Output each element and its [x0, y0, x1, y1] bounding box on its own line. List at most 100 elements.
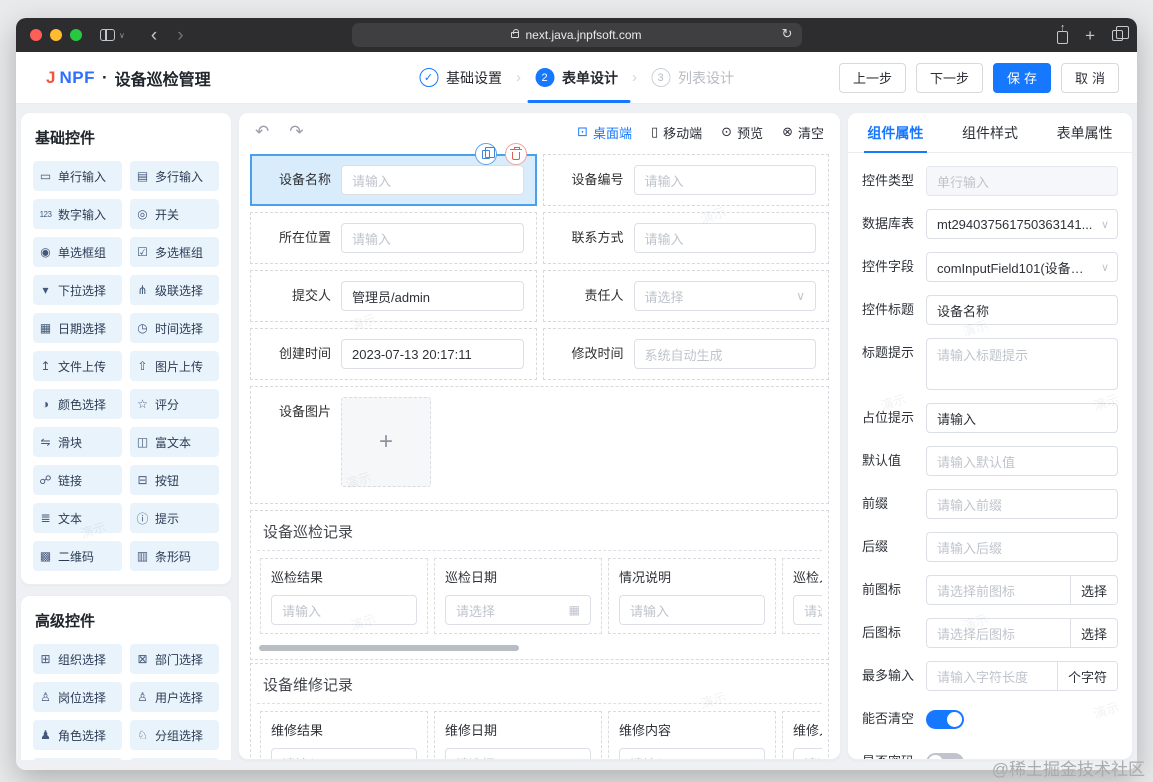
form-field-device-code[interactable]: 设备编号请输入	[543, 154, 830, 206]
new-tab-button[interactable]: +	[1085, 27, 1095, 44]
undo-icon[interactable]: ↶	[255, 122, 269, 142]
palette-item-design-subtable[interactable]: ▦设计子表	[130, 758, 219, 760]
column-input[interactable]: 请选择∨	[793, 595, 822, 625]
next-step-button[interactable]: 下一步	[916, 63, 983, 93]
forward-button[interactable]: ›	[177, 26, 183, 45]
palette-item-single-line-input[interactable]: ▭单行输入	[33, 161, 122, 191]
column-input[interactable]: 请选择∨	[793, 748, 822, 760]
form-field-contact[interactable]: 联系方式请输入	[543, 212, 830, 264]
form-field-modify-time[interactable]: 修改时间系统自动生成	[543, 328, 830, 380]
palette-item-switch[interactable]: ◎开关	[130, 199, 219, 229]
canvas-mode-mobile[interactable]: ▯移动端	[651, 123, 702, 142]
column-input[interactable]: 请输入	[619, 595, 765, 625]
palette-item-file-upload[interactable]: ↥文件上传	[33, 351, 122, 381]
subtable-column-巡检日期[interactable]: 巡检日期请选择▦	[434, 558, 602, 634]
default-value-input[interactable]: 请输入默认值	[926, 446, 1118, 476]
subtable-column-维修日期[interactable]: 维修日期请选择▦	[434, 711, 602, 760]
palette-item-position-select[interactable]: ♙岗位选择	[33, 682, 122, 712]
column-input[interactable]: 请选择▦	[445, 595, 591, 625]
form-field-owner[interactable]: 责任人请选择∨	[543, 270, 830, 322]
front-icon-select-button[interactable]: 选择	[1070, 576, 1117, 604]
tab-component-style[interactable]: 组件样式	[943, 113, 1038, 152]
form-field-device-name[interactable]: 设备名称请输入	[250, 154, 537, 206]
back-icon-input[interactable]: 请选择后图标选择	[926, 618, 1118, 648]
palette-item-image-upload[interactable]: ⇧图片上传	[130, 351, 219, 381]
palette-item-cascade-select[interactable]: ⋔级联选择	[130, 275, 219, 305]
field-location-input[interactable]: 请输入	[341, 223, 524, 253]
step-表单设计[interactable]: 2表单设计	[535, 52, 618, 103]
palette-item-role-select[interactable]: ♟角色选择	[33, 720, 122, 750]
tab-form-props[interactable]: 表单属性	[1037, 113, 1132, 152]
subtable-inspection-records[interactable]: 设备巡检记录巡检结果请输入巡检日期请选择▦情况说明请输入巡检人请选择∨	[250, 510, 829, 660]
close-window-button[interactable]	[30, 29, 42, 41]
palette-item-rating[interactable]: ☆评分	[130, 389, 219, 419]
subtable-column-情况说明[interactable]: 情况说明请输入	[608, 558, 776, 634]
canvas-mode-desktop[interactable]: ⊡桌面端	[577, 123, 632, 142]
delete-field-button[interactable]	[505, 143, 527, 165]
control-title-input[interactable]: 设备名称	[926, 295, 1118, 325]
column-input[interactable]: 请输入	[271, 595, 417, 625]
tab-overview-icon[interactable]	[1112, 30, 1123, 41]
subtable-column-维修内容[interactable]: 维修内容请输入	[608, 711, 776, 760]
max-length-input[interactable]: 请输入字符长度个字符	[926, 661, 1118, 691]
subtable-column-维修人[interactable]: 维修人请选择∨	[782, 711, 822, 760]
tab-component-props[interactable]: 组件属性	[848, 113, 943, 152]
column-input[interactable]: 请选择▦	[445, 748, 591, 760]
cancel-button[interactable]: 取消	[1061, 63, 1119, 93]
subtable-column-维修结果[interactable]: 维修结果请输入	[260, 711, 428, 760]
is-password-toggle[interactable]	[926, 753, 964, 761]
front-icon-input[interactable]: 请选择前图标选择	[926, 575, 1118, 605]
palette-item-user-component[interactable]: ♟用户组件	[33, 758, 122, 760]
zoom-window-button[interactable]	[70, 29, 82, 41]
palette-item-org-select[interactable]: ⊞组织选择	[33, 644, 122, 674]
back-button[interactable]: ‹	[151, 26, 157, 45]
title-tip-input[interactable]: 请输入标题提示	[926, 338, 1118, 390]
clearable-toggle[interactable]	[926, 710, 964, 729]
palette-item-barcode[interactable]: ▥条形码	[130, 541, 219, 571]
form-field-location[interactable]: 所在位置请输入	[250, 212, 537, 264]
step-基础设置[interactable]: ✓基础设置	[419, 52, 502, 103]
subtable-repair-records[interactable]: 设备维修记录维修结果请输入维修日期请选择▦维修内容请输入维修人请选择∨	[250, 663, 829, 760]
suffix-input[interactable]: 请输入后缀	[926, 532, 1118, 562]
image-upload-box[interactable]: +	[341, 397, 431, 487]
form-field-submitter[interactable]: 提交人管理员/admin	[250, 270, 537, 322]
palette-item-button[interactable]: ⊟按钮	[130, 465, 219, 495]
redo-icon[interactable]: ↷	[289, 122, 303, 142]
field-device-code-input[interactable]: 请输入	[634, 165, 817, 195]
minimize-window-button[interactable]	[50, 29, 62, 41]
prefix-input[interactable]: 请输入前缀	[926, 489, 1118, 519]
subtable-column-巡检人[interactable]: 巡检人请选择∨	[782, 558, 822, 634]
palette-item-radio-group[interactable]: ◉单选框组	[33, 237, 122, 267]
canvas-mode-preview[interactable]: ⊙预览	[721, 123, 763, 142]
placeholder-tip-input[interactable]: 请输入	[926, 403, 1118, 433]
address-bar[interactable]: next.java.jnpfsoft.com ↻	[352, 23, 802, 47]
control-field-input[interactable]: comInputField101(设备名称)∨	[926, 252, 1118, 282]
back-icon-select-button[interactable]: 选择	[1070, 619, 1117, 647]
column-input[interactable]: 请输入	[619, 748, 765, 760]
palette-item-checkbox-group[interactable]: ☑多选框组	[130, 237, 219, 267]
column-input[interactable]: 请输入	[271, 748, 417, 760]
palette-item-number-input[interactable]: 123数字输入	[33, 199, 122, 229]
palette-item-rich-text[interactable]: ◫富文本	[130, 427, 219, 457]
palette-item-color-picker[interactable]: ◑颜色选择	[33, 389, 122, 419]
database-table-input[interactable]: mt294037561750363141...∨	[926, 209, 1118, 239]
palette-item-qrcode[interactable]: ▩二维码	[33, 541, 122, 571]
field-submitter-input[interactable]: 管理员/admin	[341, 281, 524, 311]
palette-item-link[interactable]: ☍链接	[33, 465, 122, 495]
form-field-create-time[interactable]: 创建时间2023-07-13 20:17:11	[250, 328, 537, 380]
palette-item-slider[interactable]: ⇋滑块	[33, 427, 122, 457]
reload-icon[interactable]: ↻	[782, 26, 793, 42]
horizontal-scrollbar[interactable]	[259, 645, 519, 651]
field-device-name-input[interactable]: 请输入	[341, 165, 524, 195]
palette-item-tip[interactable]: ⓘ提示	[130, 503, 219, 533]
palette-item-dept-select[interactable]: ⊠部门选择	[130, 644, 219, 674]
sidebar-toggle-button[interactable]: ∨	[100, 29, 125, 41]
palette-item-group-select[interactable]: ♘分组选择	[130, 720, 219, 750]
field-create-time-input[interactable]: 2023-07-13 20:17:11	[341, 339, 524, 369]
canvas-mode-clear[interactable]: ⊗清空	[782, 123, 824, 142]
form-field-device-image[interactable]: 设备图片+	[250, 386, 829, 504]
copy-field-button[interactable]	[475, 143, 497, 165]
palette-item-multi-line-input[interactable]: ▤多行输入	[130, 161, 219, 191]
save-button[interactable]: 保存	[993, 63, 1051, 93]
field-modify-time-input[interactable]: 系统自动生成	[634, 339, 817, 369]
